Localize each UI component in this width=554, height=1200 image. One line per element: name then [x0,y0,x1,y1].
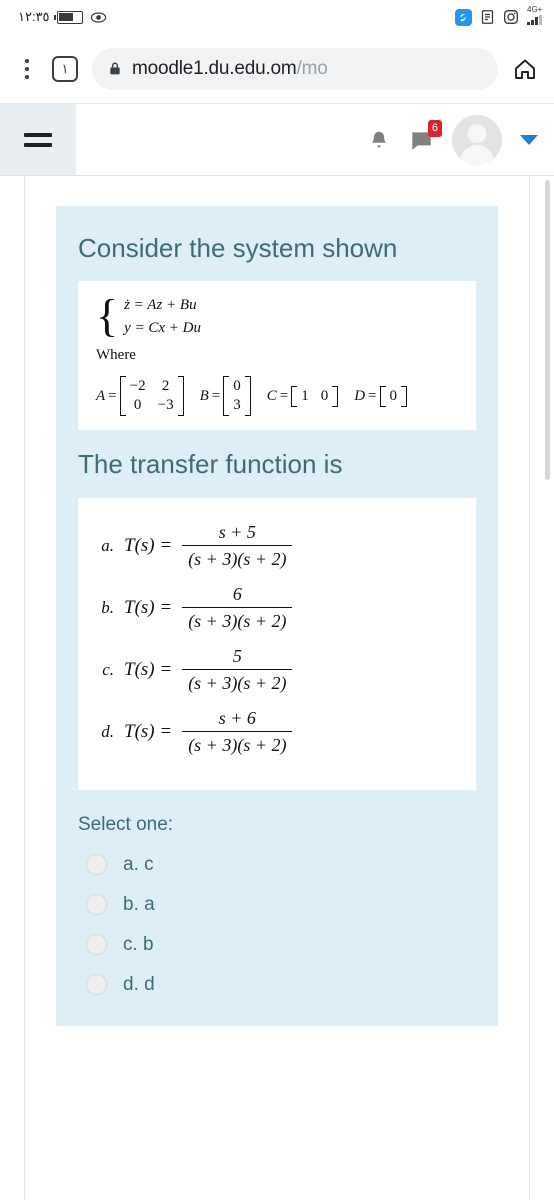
fraction-denominator: (s + 3)(s + 2) [182,668,293,694]
matrix-B-cell: 0 [233,378,241,395]
matrix-C-label: C [266,387,277,404]
matrix-B: B = 0 3 [199,376,251,417]
matrix-A-cell: 0 [133,397,142,414]
page-scrollbar[interactable] [545,180,550,480]
math-option-fraction: 6 (s + 3)(s + 2) [182,583,293,632]
status-bar-right: 4G+ [455,6,542,26]
state-space-equations: { ż = Az + Bu y = Cx + Du [96,289,458,341]
transfer-function-options-box: a. T(s) = s + 5 (s + 3)(s + 2) b. T(s) =… [78,497,476,790]
left-divider [24,176,25,1200]
answer-option-3[interactable]: d. d [78,974,476,996]
where-label: Where [96,347,136,364]
url-path: /mo [296,57,328,79]
radio-button[interactable] [86,934,107,956]
math-option-fraction: s + 6 (s + 3)(s + 2) [182,707,293,756]
message-count-badge: 6 [427,119,442,137]
left-brace: { [96,289,119,341]
notifications-bell-icon[interactable] [368,128,390,152]
page-content: Consider the system shown { ż = Az + Bu … [0,176,554,1200]
hamburger-menu-icon[interactable] [0,104,76,175]
question-subtitle: The transfer function is [78,449,343,480]
answer-option-2[interactable]: c. b [78,934,476,956]
matrix-B-cell: 3 [233,397,241,414]
matrix-C-cell: 1 [301,387,309,404]
math-option-label: b. [101,597,114,617]
select-one-label: Select one: [78,813,174,835]
matrix-A-cell: 2 [161,378,170,395]
address-bar[interactable]: moodle1.du.edu.om/mo [92,47,498,90]
matrix-definitions: A = −2 2 0 −3 B = 0 3 C = 1 0 D = 0 [96,376,458,417]
fraction-denominator: (s + 3)(s + 2) [182,730,293,756]
moodle-navbar: 6 [0,104,554,176]
android-status-bar: ١٢:٣٥ 4G+ [0,0,554,34]
instagram-icon [503,9,519,25]
matrix-B-label: B [199,387,209,404]
navbar-actions: 6 [368,104,554,175]
clock: ١٢:٣٥ [18,9,50,24]
matrix-C: C = 1 0 [266,385,339,407]
lock-icon [108,60,122,77]
answer-label: c. b [123,933,154,955]
matrix-A: A = −2 2 0 −3 [96,376,184,417]
math-option-d: d. T(s) = s + 6 (s + 3)(s + 2) [88,708,466,756]
eye-icon [90,9,107,26]
math-option-lhs: T(s) = [124,534,173,556]
math-option-lhs: T(s) = [124,658,173,680]
answer-option-1[interactable]: b. a [78,894,476,916]
fraction-numerator: 6 [232,583,242,604]
url-host: moodle1.du.edu.om [132,57,297,79]
home-icon[interactable] [512,57,538,81]
status-bar-left: ١٢:٣٥ [18,9,107,26]
url-text: moodle1.du.edu.om/mo [132,58,328,80]
fraction-denominator: (s + 3)(s + 2) [182,606,293,632]
state-equation: ż = Az + Bu [124,297,197,314]
math-option-b: b. T(s) = 6 (s + 3)(s + 2) [88,584,466,632]
fraction-numerator: 5 [232,645,242,666]
matrix-A-cell: −3 [157,397,174,414]
fraction-numerator: s + 5 [218,521,256,542]
messages-icon[interactable]: 6 [408,119,442,153]
output-equation: y = Cx + Du [124,320,201,337]
document-icon [480,9,495,25]
chevron-down-icon[interactable] [520,134,538,145]
math-option-c: c. T(s) = 5 (s + 3)(s + 2) [88,646,466,694]
math-option-label: c. [102,659,114,679]
browser-toolbar: ١ moodle1.du.edu.om/mo [0,34,554,104]
fraction-denominator: (s + 3)(s + 2) [182,544,293,570]
matrix-D: D = 0 [354,385,408,407]
answer-label: d. d [123,973,155,995]
answer-label: a. c [123,853,154,875]
blue-app-icon [455,8,472,26]
radio-button[interactable] [86,974,107,996]
radio-button[interactable] [86,854,107,876]
math-option-lhs: T(s) = [124,720,173,742]
avatar[interactable] [452,114,502,165]
matrix-D-label: D [354,387,366,404]
matrix-C-cell: 0 [320,387,329,404]
math-option-fraction: s + 5 (s + 3)(s + 2) [182,521,293,570]
signal-bars-icon: 4G+ [527,6,542,25]
math-option-label: a. [101,535,114,555]
matrix-D-cell: 0 [389,387,398,404]
tab-switcher-button[interactable]: ١ [52,55,78,82]
page-title: Consider the system shown [78,233,398,263]
matrix-A-cell: −2 [129,378,146,395]
math-option-a: a. T(s) = s + 5 (s + 3)(s + 2) [88,522,466,570]
math-option-fraction: 5 (s + 3)(s + 2) [182,645,293,694]
right-divider [529,176,530,1200]
math-option-lhs: T(s) = [124,596,173,618]
math-option-label: d. [101,721,114,741]
battery-icon [53,10,83,24]
kebab-menu-icon[interactable] [16,58,38,79]
matrix-A-label: A [96,387,106,404]
radio-button[interactable] [86,894,107,916]
answer-option-0[interactable]: a. c [78,854,476,876]
answer-label: b. a [123,893,155,915]
question-card: Consider the system shown { ż = Az + Bu … [56,206,498,1026]
system-equations-box: { ż = Az + Bu y = Cx + Du Where A= −2 2 [78,281,476,431]
fraction-numerator: s + 6 [218,707,256,728]
